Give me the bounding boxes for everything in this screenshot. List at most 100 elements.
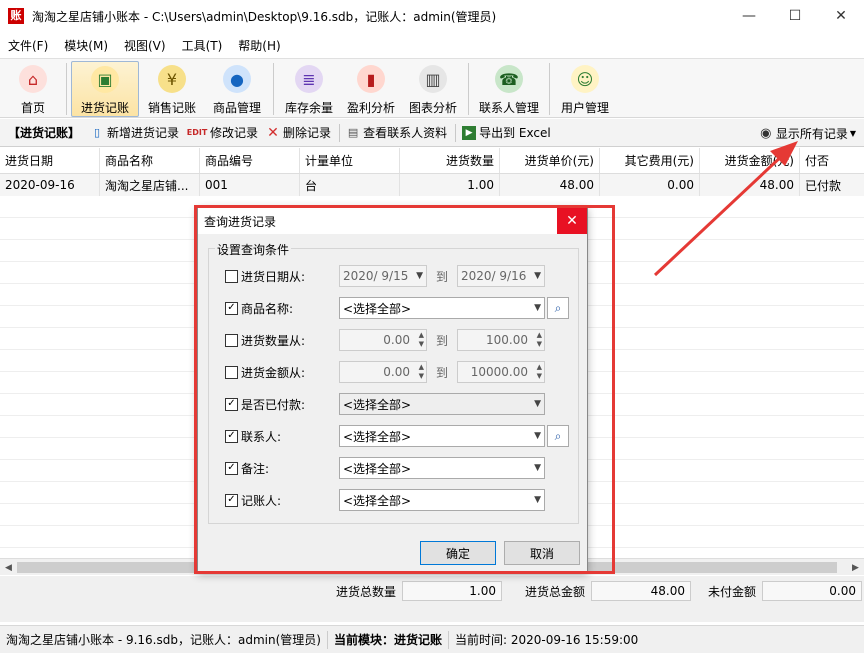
dialog-close-button[interactable]: ✕ <box>557 208 587 234</box>
home-button[interactable]: ⌂ 首页 <box>4 61 62 117</box>
ok-button[interactable]: 确定 <box>420 541 496 565</box>
scroll-left-icon[interactable]: ◀ <box>0 559 17 576</box>
chart-icon: ▥ <box>419 65 447 93</box>
users-button[interactable]: ☺ 用户管理 <box>554 61 616 117</box>
minimize-button[interactable]: — <box>726 0 772 32</box>
col-unit[interactable]: 计量单位 <box>300 148 400 173</box>
grid-header: 进货日期 商品名称 商品编号 计量单位 进货数量 进货单价(元) 其它费用(元)… <box>0 148 864 174</box>
purchase-box-icon: ▣ <box>91 66 119 93</box>
stock-button[interactable]: ≣ 库存余量 <box>278 61 340 117</box>
menu-module[interactable]: 模块(M) <box>56 37 116 54</box>
toolbar-divider <box>273 63 274 115</box>
profit-button[interactable]: ▮ 盈利分析 <box>340 61 402 117</box>
toolbar-divider <box>549 63 550 115</box>
bookkeeper-combobox[interactable]: <选择全部> ▼ <box>339 489 545 511</box>
total-qty-value: 1.00 <box>402 581 503 601</box>
cell-unit: 台 <box>300 174 400 196</box>
qty-row: 进货数量从: 0.00 ▲ ▼ 到 100.00 ▲ ▼ <box>225 329 545 351</box>
export-excel-button[interactable]: ▶ 导出到 Excel <box>462 124 551 141</box>
cancel-button[interactable]: 取消 <box>504 541 580 565</box>
users-label: 用户管理 <box>560 101 609 115</box>
dialog-title: 查询进货记录 <box>204 214 277 229</box>
status-module: 当前模块：进货记账 <box>328 630 449 649</box>
charts-button[interactable]: ▥ 图表分析 <box>402 61 464 117</box>
add-record-button[interactable]: ▯ 新增进货记录 <box>90 124 179 141</box>
remark-value: <选择全部> <box>343 461 412 476</box>
paid-select[interactable]: <选择全部> ▼ <box>339 393 545 415</box>
cell-paid: 已付款 <box>805 178 842 193</box>
col-price[interactable]: 进货单价(元) <box>500 148 600 173</box>
users-icon: ☺ <box>571 65 599 93</box>
col-other-fees[interactable]: 其它费用(元) <box>600 148 700 173</box>
spinner-icon: ▲ ▼ <box>536 363 542 380</box>
export-excel-label: 导出到 Excel <box>479 126 551 140</box>
menu-help[interactable]: 帮助(H) <box>230 37 288 54</box>
scroll-right-icon[interactable]: ▶ <box>847 559 864 576</box>
qty-to-spinner[interactable]: 100.00 ▲ ▼ <box>457 329 545 351</box>
delete-record-button[interactable]: ✕ 删除记录 <box>266 124 331 141</box>
maximize-button[interactable]: ☐ <box>772 0 818 32</box>
search-icon: ⌕ <box>554 428 562 443</box>
bookkeeper-label: 记账人: <box>241 493 282 508</box>
contacts-button[interactable]: ☎ 联系人管理 <box>473 61 545 117</box>
amount-checkbox[interactable] <box>225 365 238 379</box>
remark-checkbox[interactable]: ✓ <box>225 461 238 475</box>
search-name-button[interactable]: ⌕ <box>547 297 569 319</box>
qty-from-spinner[interactable]: 0.00 ▲ ▼ <box>339 329 427 351</box>
chevron-down-icon: ▼ <box>534 399 541 409</box>
purchase-button[interactable]: ▣ 进货记账 <box>71 61 139 117</box>
menu-tools[interactable]: 工具(T) <box>174 37 231 54</box>
delete-x-icon: ✕ <box>267 124 279 141</box>
col-qty[interactable]: 进货数量 <box>400 148 500 173</box>
col-date[interactable]: 进货日期 <box>0 148 100 173</box>
amount-to-spinner[interactable]: 10000.00 ▲ ▼ <box>457 361 545 383</box>
toolbar-divider <box>468 63 469 115</box>
date-to-picker[interactable]: 2020/ 9/16 ▼ <box>457 265 545 287</box>
cell-amount: 48.00 <box>700 174 800 196</box>
purchase-label: 进货记账 <box>80 101 129 115</box>
date-from-picker[interactable]: 2020/ 9/15 ▼ <box>339 265 427 287</box>
contact-card-icon: ▤ <box>347 126 359 139</box>
amount-from-spinner[interactable]: 0.00 ▲ ▼ <box>339 361 427 383</box>
show-all-records-button[interactable]: ◉ 显示所有记录 ▼ <box>759 119 856 147</box>
qty-checkbox[interactable] <box>225 333 238 347</box>
query-conditions-group: 设置查询条件 进货日期从: 2020/ 9/15 ▼ 到 2020/ 9/16 … <box>208 241 579 524</box>
menu-bar: 文件(F) 模块(M) 视图(V) 工具(T) 帮助(H) <box>0 34 864 56</box>
bookkeeper-row: ✓ 记账人: <选择全部> ▼ <box>225 489 545 511</box>
col-code[interactable]: 商品编号 <box>200 148 300 173</box>
title-bar: 账 淘淘之星店铺小账本 - C:\Users\admin\Desktop\9.1… <box>0 0 864 32</box>
close-window-button[interactable]: ✕ <box>818 0 864 32</box>
section-title: 【进货记账】 <box>8 126 81 140</box>
name-combobox[interactable]: <选择全部> ▼ <box>339 297 545 319</box>
date-checkbox[interactable] <box>225 269 238 283</box>
total-unpaid-label: 未付金额 <box>708 584 757 599</box>
col-name[interactable]: 商品名称 <box>100 148 200 173</box>
database-icon: ≣ <box>295 65 323 93</box>
paid-checkbox[interactable]: ✓ <box>225 397 238 411</box>
table-row[interactable]: 2020-09-16 淘淘之星店铺... 001 台 1.00 48.00 0.… <box>0 174 864 196</box>
qty-from-value: 0.00 <box>383 333 410 347</box>
name-checkbox[interactable]: ✓ <box>225 301 238 315</box>
menu-file[interactable]: 文件(F) <box>0 37 56 54</box>
remark-combobox[interactable]: <选择全部> ▼ <box>339 457 545 479</box>
amount-label: 进货金额从: <box>241 365 306 380</box>
qty-label: 进货数量从: <box>241 333 306 348</box>
menu-view[interactable]: 视图(V) <box>116 37 174 54</box>
paid-label: 是否已付款: <box>241 397 306 412</box>
goods-button[interactable]: ● 商品管理 <box>205 61 269 117</box>
search-contact-button[interactable]: ⌕ <box>547 425 569 447</box>
bookkeeper-checkbox[interactable]: ✓ <box>225 493 238 507</box>
qty-to-value: 100.00 <box>486 333 528 347</box>
edit-record-button[interactable]: EDIT 修改记录 <box>187 124 258 141</box>
status-bar: 淘淘之星店铺小账本 - 9.16.sdb，记账人：admin(管理员) 当前模块… <box>0 625 864 653</box>
sales-button[interactable]: ¥ 销售记账 <box>139 61 205 117</box>
remark-label: 备注: <box>241 461 270 476</box>
amount-from-value: 0.00 <box>383 365 410 379</box>
eye-icon: ◉ <box>760 125 772 141</box>
app-icon: 账 <box>8 8 24 24</box>
view-contact-button[interactable]: ▤ 查看联系人资料 <box>346 124 447 141</box>
col-amount[interactable]: 进货金额(元) <box>700 148 800 173</box>
contact-combobox[interactable]: <选择全部> ▼ <box>339 425 545 447</box>
contact-checkbox[interactable]: ✓ <box>225 429 238 443</box>
col-paid[interactable]: 付否 <box>800 148 864 173</box>
